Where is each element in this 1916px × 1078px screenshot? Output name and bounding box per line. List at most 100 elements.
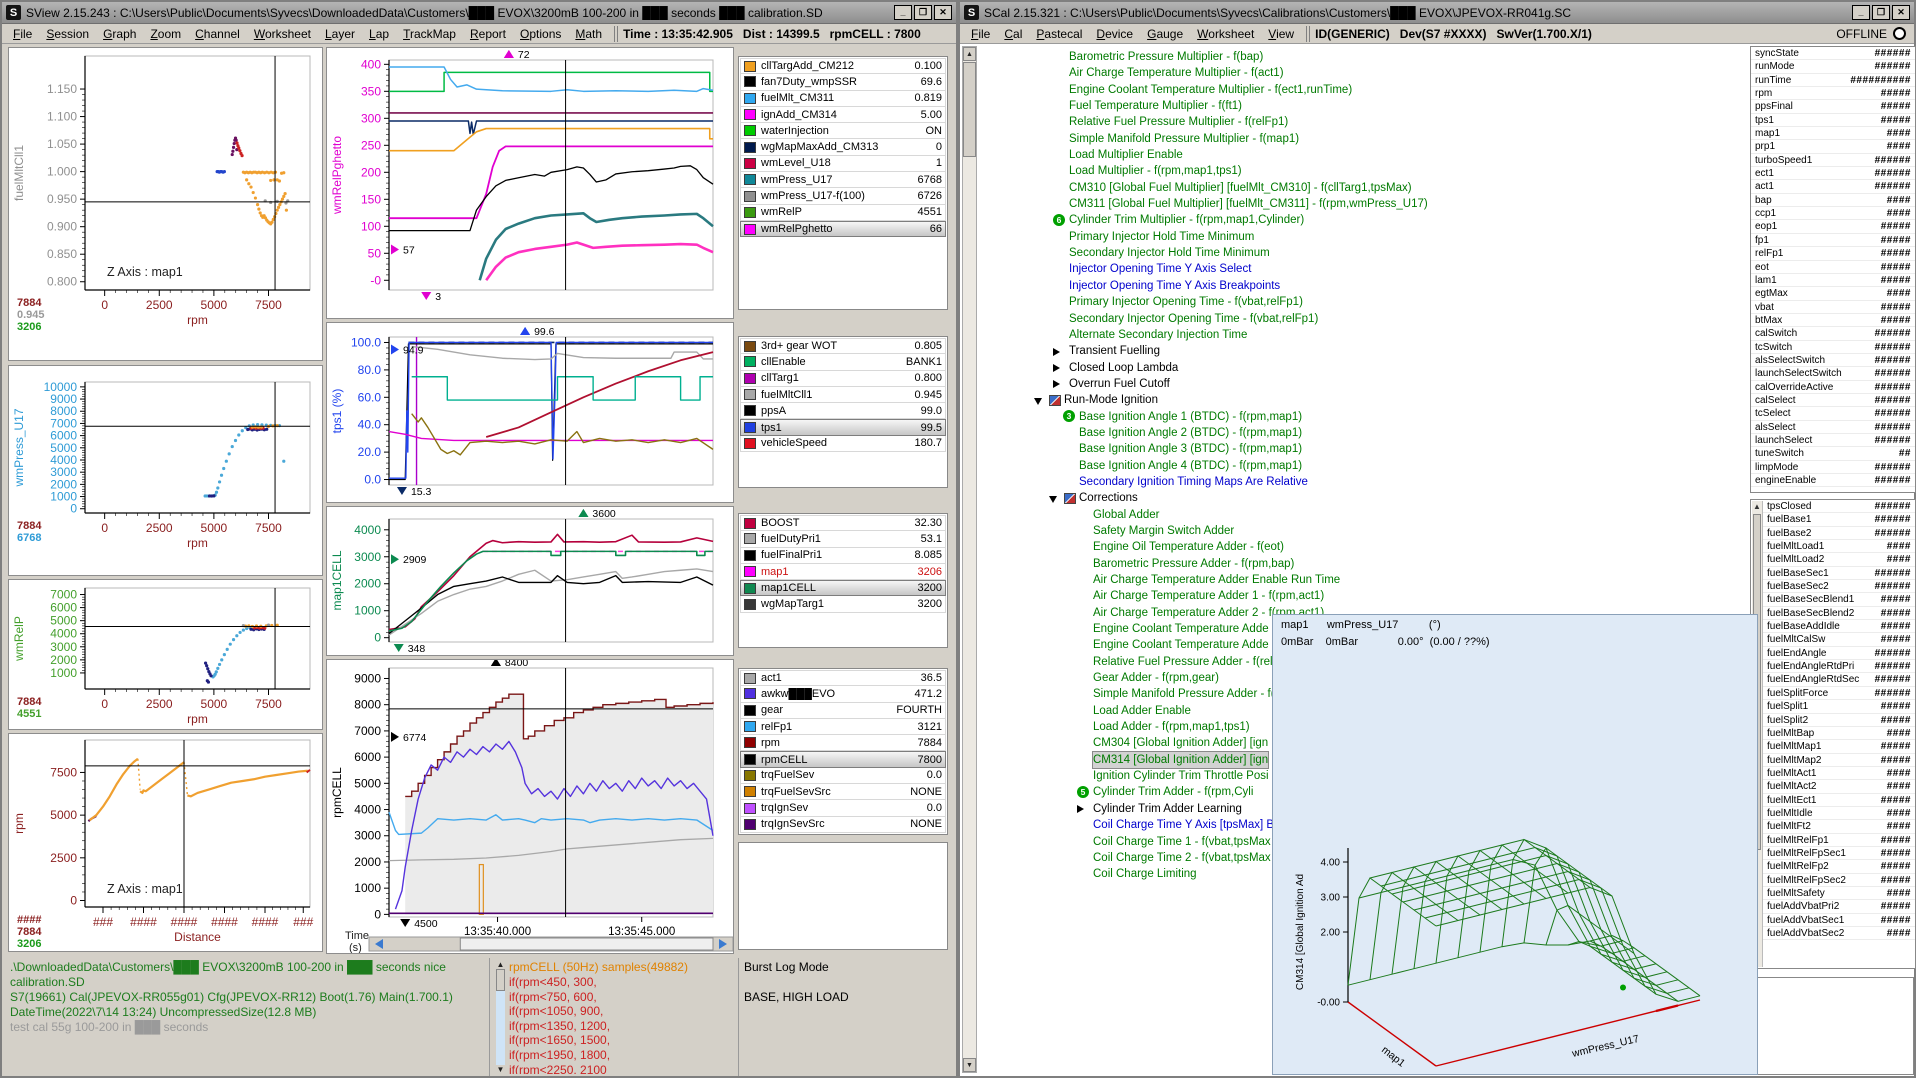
tree-item-33[interactable]: Air Charge Temperature Adder 1 - f(rpm,a… — [979, 588, 1749, 604]
live-value-row-eop1[interactable]: eop1##### — [1751, 220, 1915, 233]
tree-item-20[interactable]: Overrun Fuel Cutoff — [979, 376, 1749, 392]
legend-row-wmlevel-u18[interactable]: wmLevel_U181 — [740, 156, 946, 172]
live-value-row-relfp1[interactable]: relFp1##### — [1751, 247, 1915, 260]
live-value-row-tps1[interactable]: tps1##### — [1751, 114, 1915, 127]
legend-row-trqignsev[interactable]: trqIgnSev0.0 — [740, 800, 946, 816]
legend-row-3rd-gear-wot[interactable]: 3rd+ gear WOT0.805 — [740, 338, 946, 354]
tree-item-30[interactable]: Engine Oil Temperature Adder - f(eot) — [979, 539, 1749, 555]
scroll-up-icon[interactable]: ▲ — [497, 960, 505, 969]
legend-row-map1[interactable]: map13206 — [740, 564, 946, 580]
tree-item-14[interactable]: Injector Opening Time Y Axis Breakpoints — [979, 278, 1749, 294]
live-value-row-fuelmltbap[interactable]: fuelMltBap#### — [1763, 727, 1915, 740]
live-value-row-lam1[interactable]: lam1##### — [1751, 274, 1915, 287]
live-value-row-fueladdvbatsec2[interactable]: fuelAddVbatSec2#### — [1763, 927, 1915, 940]
legend-row-map1cell[interactable]: map1CELL3200 — [740, 580, 946, 596]
scroll-thumb[interactable] — [963, 62, 976, 157]
chevron-right-icon[interactable] — [1053, 380, 1060, 388]
live-value-row-syncstate[interactable]: syncState###### — [1751, 47, 1915, 60]
tree-item-1[interactable]: Air Charge Temperature Multiplier - f(ac… — [979, 65, 1749, 81]
menu-worksheet[interactable]: Worksheet — [247, 26, 318, 42]
live-value-row-bap[interactable]: bap#### — [1751, 194, 1915, 207]
tree-item-8[interactable]: CM310 [Global Fuel Multiplier] [fuelMlt_… — [979, 180, 1749, 196]
chart-fuelmltcll1[interactable]: 0.8000.8500.9000.9501.0001.0501.1001.150… — [8, 47, 323, 361]
live-value-row-fuelmltrelfp1[interactable]: fuelMltRelFp1##### — [1763, 834, 1915, 847]
math-scrollbar[interactable]: ▲ ▼ — [495, 960, 506, 1074]
live-value-row-eot[interactable]: eot##### — [1751, 261, 1915, 274]
tree-item-5[interactable]: Simple Manifold Pressure Multiplier - f(… — [979, 131, 1749, 147]
chart-rpm-dist[interactable]: 0250050007500rpm######################Di… — [8, 733, 323, 952]
scroll-up-icon[interactable]: ▲ — [963, 47, 976, 61]
tree-scrollbar[interactable]: ▲ ▼ — [962, 46, 977, 1073]
live-value-row-engineenable[interactable]: engineEnable###### — [1751, 474, 1915, 487]
live-value-row-fuelmltrelfpsec2[interactable]: fuelMltRelFpSec2##### — [1763, 874, 1915, 887]
live-value-row-fuelmltsafety[interactable]: fuelMltSafety#### — [1763, 887, 1915, 900]
legend-row-wmpress-u17-f-100-[interactable]: wmPress_U17-f(100)6726 — [740, 188, 946, 204]
tree-item-18[interactable]: Transient Fuelling — [979, 343, 1749, 359]
tree-item-2[interactable]: Engine Coolant Temperature Multiplier - … — [979, 82, 1749, 98]
tree-item-15[interactable]: Primary Injector Opening Time - f(vbat,r… — [979, 294, 1749, 310]
tree-item-3[interactable]: Fuel Temperature Multiplier - f(ft1) — [979, 98, 1749, 114]
menu-channel[interactable]: Channel — [188, 26, 247, 42]
legend-row-vehiclespeed[interactable]: vehicleSpeed180.7 — [740, 436, 946, 452]
tree-item-6[interactable]: Load Multiplier Enable — [979, 147, 1749, 163]
scroll-down-icon[interactable]: ▼ — [963, 1058, 976, 1072]
live-value-row-fuelmltload1[interactable]: fuelMltLoad1#### — [1763, 540, 1915, 553]
live-value-row-fuelmltload2[interactable]: fuelMltLoad2#### — [1763, 553, 1915, 566]
legend-row-rpmcell[interactable]: rpmCELL7800 — [740, 751, 946, 767]
tree-item-28[interactable]: Global Adder — [979, 507, 1749, 523]
live-value-row-ccp1[interactable]: ccp1#### — [1751, 207, 1915, 220]
tree-item-0[interactable]: Barometric Pressure Multiplier - f(bap) — [979, 49, 1749, 65]
restore-button[interactable]: ❐ — [1872, 5, 1890, 20]
scroll-down-icon[interactable]: ▼ — [497, 1065, 505, 1074]
tree-item-27[interactable]: Corrections — [979, 490, 1749, 506]
legend-row-relfp1[interactable]: relFp13121 — [740, 719, 946, 735]
legend-row-trqfuelsev[interactable]: trqFuelSev0.0 — [740, 768, 946, 784]
legend-row-gear[interactable]: gearFOURTH — [740, 703, 946, 719]
live-value-row-tcswitch[interactable]: tcSwitch###### — [1751, 341, 1915, 354]
close-button[interactable]: ✕ — [1892, 5, 1910, 20]
legend-row-wmpress-u17[interactable]: wmPress_U176768 — [740, 172, 946, 188]
tree-item-29[interactable]: Safety Margin Switch Adder — [979, 523, 1749, 539]
tree-item-9[interactable]: CM311 [Global Fuel Multiplier] [fuelMlt_… — [979, 196, 1749, 212]
chart-map1cell[interactable]: 01000200030004000map1CELL36002909348 — [326, 506, 734, 656]
legend-row-wgmapmaxadd-cm313[interactable]: wgMapMaxAdd_CM3130 — [740, 139, 946, 155]
live-value-row-prp1[interactable]: prp1#### — [1751, 140, 1915, 153]
legend-row-wgmaptarg1[interactable]: wgMapTarg13200 — [740, 596, 946, 612]
live-value-row-rpm[interactable]: rpm##### — [1751, 87, 1915, 100]
live-value-row-fuelmltrelfp2[interactable]: fuelMltRelFp2##### — [1763, 860, 1915, 873]
live-value-row-fueladdvbatpri2[interactable]: fuelAddVbatPri2##### — [1763, 900, 1915, 913]
menu-pastecal[interactable]: Pastecal — [1029, 26, 1089, 42]
live-value-row-launchselectswitch[interactable]: launchSelectSwitch###### — [1751, 367, 1915, 380]
menu-worksheet[interactable]: Worksheet — [1190, 26, 1261, 42]
legend-row-awkw-evo[interactable]: awkw███EVO471.2 — [740, 686, 946, 702]
close-button[interactable]: ✕ — [934, 5, 952, 20]
chart-wmrelpghetto[interactable]: -050100150200250300350400wmRelPghetto725… — [326, 47, 734, 319]
live-value-row-fuelmltact2[interactable]: fuelMltAct2#### — [1763, 780, 1915, 793]
restore-button[interactable]: ❐ — [914, 5, 932, 20]
legend-row-trqignsevsrc[interactable]: trqIgnSevSrcNONE — [740, 817, 946, 833]
tree-item-21[interactable]: Run-Mode Ignition — [979, 392, 1749, 408]
live-value-row-calselect[interactable]: calSelect###### — [1751, 394, 1915, 407]
live-value-row-tcselect[interactable]: tcSelect###### — [1751, 407, 1915, 420]
menu-graph[interactable]: Graph — [96, 26, 143, 42]
legend-row-ignadd-cm314[interactable]: ignAdd_CM3145.00 — [740, 107, 946, 123]
live-value-row-fp1[interactable]: fp1##### — [1751, 234, 1915, 247]
legend-row-fuelfinalpri1[interactable]: fuelFinalPri18.085 — [740, 548, 946, 564]
chart-rpmcell[interactable]: 0100020003000400050006000700080009000rpm… — [326, 659, 734, 954]
tree-item-17[interactable]: Alternate Secondary Injection Time — [979, 327, 1749, 343]
live-value-row-turbospeed1[interactable]: turboSpeed1###### — [1751, 154, 1915, 167]
live-value-row-btmax[interactable]: btMax##### — [1751, 314, 1915, 327]
live-value-row-limpmode[interactable]: limpMode###### — [1751, 461, 1915, 474]
live-value-row-tpsclosed[interactable]: tpsClosed###### — [1763, 500, 1915, 513]
live-value-row-fuelbase2[interactable]: fuelBase2###### — [1763, 527, 1915, 540]
live-value-row-caloverrideactive[interactable]: calOverrideActive###### — [1751, 381, 1915, 394]
legend-row-tps1[interactable]: tps199.5 — [740, 419, 946, 435]
legend-row-act1[interactable]: act136.5 — [740, 670, 946, 686]
sview-titlebar[interactable]: S SView 2.15.243 : C:\Users\Public\Docum… — [2, 2, 956, 24]
menu-layer[interactable]: Layer — [318, 26, 362, 42]
tree-item-13[interactable]: Injector Opening Time Y Axis Select — [979, 261, 1749, 277]
tree-item-32[interactable]: Air Charge Temperature Adder Enable Run … — [979, 572, 1749, 588]
live-value-row-runtime[interactable]: runTime########## — [1751, 74, 1915, 87]
live-value-row-fuelsplitforce[interactable]: fuelSplitForce###### — [1763, 687, 1915, 700]
legend-row-boost[interactable]: BOOST32.30 — [740, 515, 946, 531]
